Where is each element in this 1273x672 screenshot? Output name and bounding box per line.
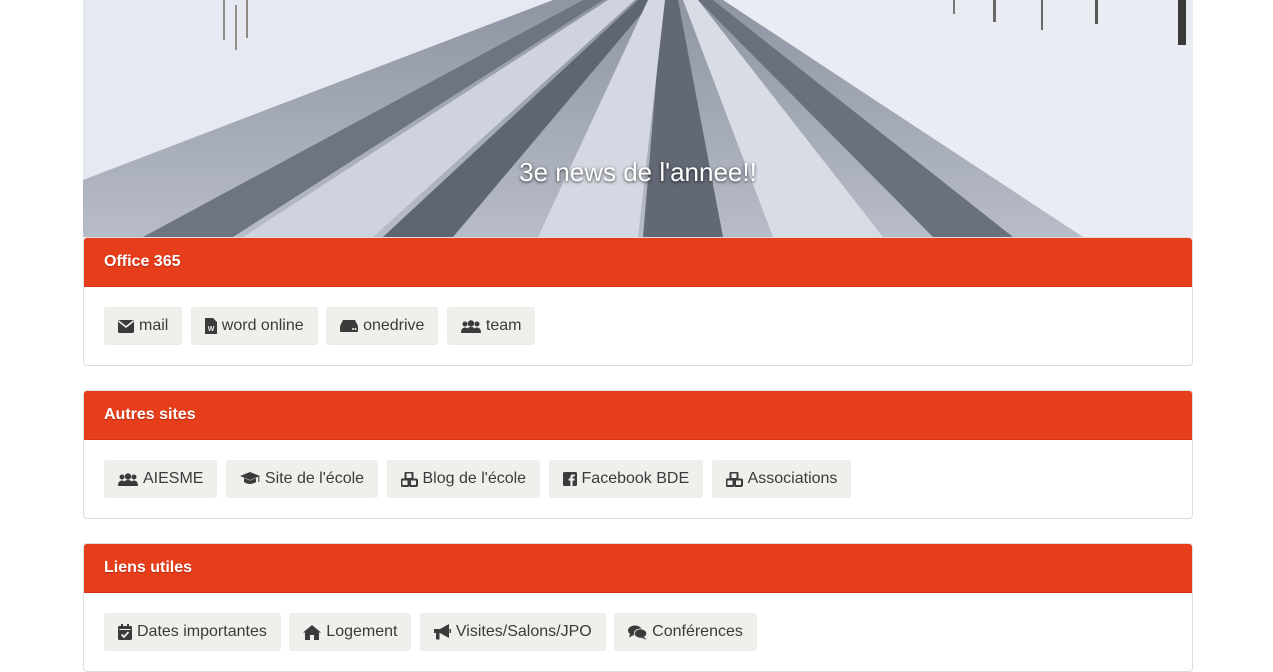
autres-sites-panel: Autres sites AIESME Site de l'école Blog… — [83, 390, 1193, 519]
onedrive-button[interactable]: onedrive — [326, 307, 439, 345]
blog-ecole-button[interactable]: Blog de l'école — [386, 460, 541, 498]
button-label: Logement — [326, 623, 398, 640]
button-label: Blog de l'école — [422, 470, 527, 487]
button-label: word online — [221, 317, 304, 334]
facebook-icon — [562, 472, 577, 486]
aiesme-button[interactable]: AIESME — [104, 460, 218, 498]
graduation-cap-icon — [239, 472, 260, 486]
office365-panel: Office 365 mail W word online onedrive t… — [83, 237, 1193, 366]
word-online-button[interactable]: W word online — [190, 307, 318, 345]
panel-heading: Office 365 — [84, 238, 1192, 287]
button-label: onedrive — [363, 317, 425, 334]
home-icon — [303, 624, 322, 640]
hdd-icon — [340, 320, 359, 332]
button-label: Site de l'école — [264, 470, 365, 487]
envelope-icon — [118, 319, 134, 333]
panel-body: AIESME Site de l'école Blog de l'école F… — [84, 440, 1192, 518]
team-button[interactable]: team — [446, 307, 536, 345]
button-label: AIESME — [143, 470, 204, 487]
visites-salons-jpo-button[interactable]: Visites/Salons/JPO — [419, 613, 606, 651]
button-label: Dates importantes — [137, 623, 267, 640]
news-banner[interactable]: 3e news de l'annee!! — [83, 0, 1193, 237]
panel-body: Dates importantes Logement Visites/Salon… — [84, 593, 1192, 671]
cubes-icon — [400, 471, 418, 487]
site-ecole-button[interactable]: Site de l'école — [225, 460, 379, 498]
button-label: Facebook BDE — [581, 470, 690, 487]
button-label: team — [485, 317, 522, 334]
mail-button[interactable]: mail — [104, 307, 183, 345]
bullhorn-icon — [433, 624, 451, 640]
button-label: Associations — [747, 470, 838, 487]
logement-button[interactable]: Logement — [289, 613, 412, 651]
word-file-icon: W — [204, 318, 217, 334]
button-label: Visites/Salons/JPO — [455, 623, 592, 640]
liens-utiles-panel: Liens utiles Dates importantes Logement … — [83, 543, 1193, 672]
users-icon — [118, 472, 138, 486]
users-icon — [460, 319, 481, 333]
comments-icon — [628, 625, 648, 640]
conferences-button[interactable]: Conférences — [614, 613, 757, 651]
dates-importantes-button[interactable]: Dates importantes — [104, 613, 281, 651]
facebook-bde-button[interactable]: Facebook BDE — [548, 460, 704, 498]
snowy-road-image — [83, 0, 1193, 237]
button-label: Conférences — [652, 623, 743, 640]
associations-button[interactable]: Associations — [711, 460, 852, 498]
panel-heading: Autres sites — [84, 391, 1192, 440]
panel-heading: Liens utiles — [84, 544, 1192, 593]
svg-text:W: W — [207, 326, 214, 333]
button-label: mail — [139, 317, 169, 334]
news-title: 3e news de l'annee!! — [519, 157, 757, 187]
panel-body: mail W word online onedrive team — [84, 287, 1192, 365]
page-content: 3e news de l'annee!! Office 365 mail W w… — [83, 0, 1193, 672]
cubes-icon — [725, 471, 743, 487]
calendar-check-icon — [118, 624, 132, 640]
